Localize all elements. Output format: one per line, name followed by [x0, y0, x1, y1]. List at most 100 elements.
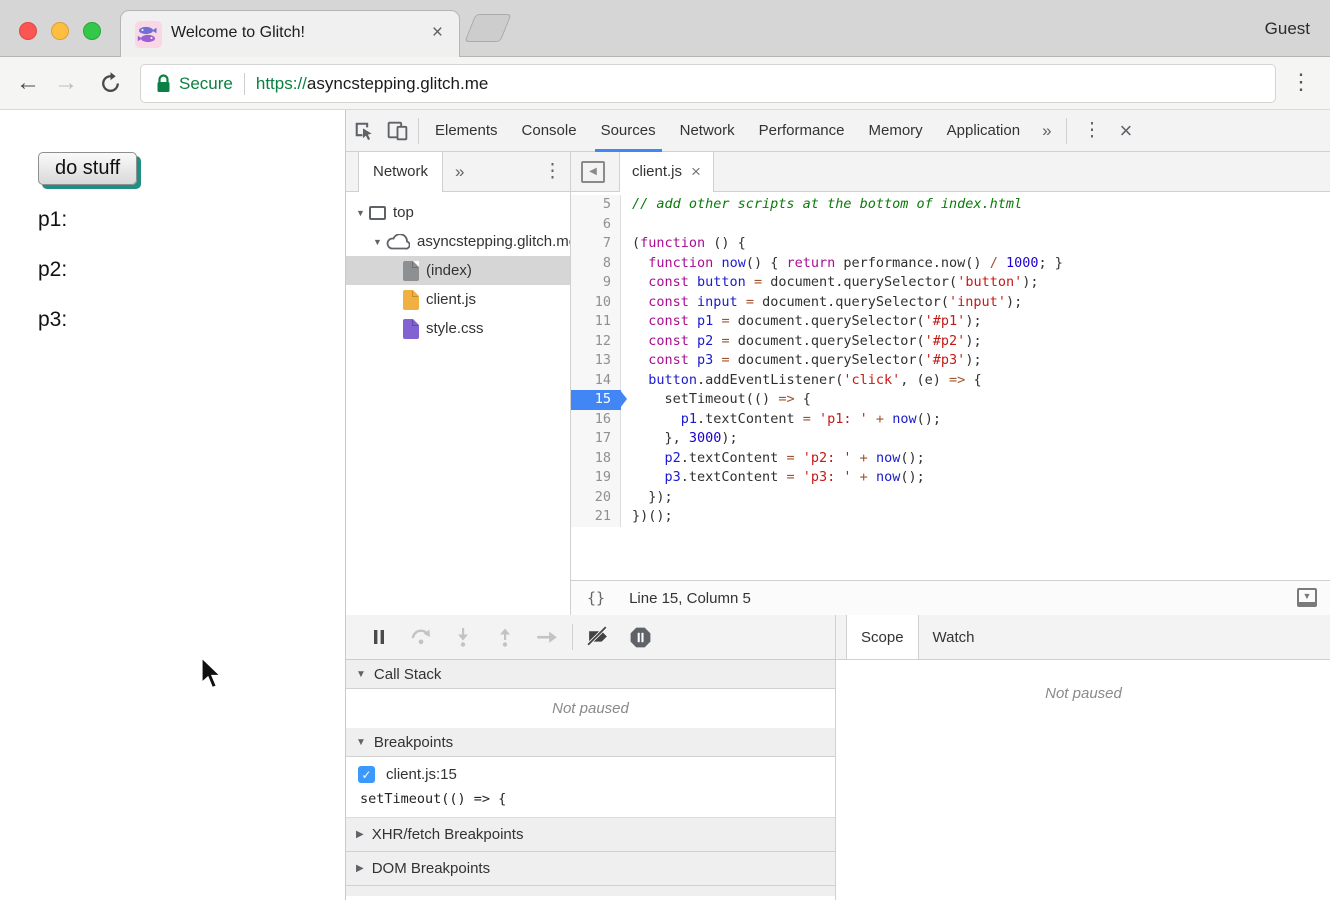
code-line-content: // add other scripts at the bottom of in…: [621, 195, 1022, 215]
devtools-tab-console[interactable]: Console: [510, 110, 589, 152]
do-stuff-button[interactable]: do stuff: [38, 152, 137, 185]
sources-sidebar: Network » ⋮ ▼top▼asyncstepping.glitch.me…: [346, 152, 571, 615]
code-line-11: 11 const p1 = document.querySelector('#p…: [571, 312, 1330, 332]
breakpoint-snippet: setTimeout(() => {: [360, 791, 835, 807]
tree-item-asyncstepping-glitch-me[interactable]: ▼ asyncstepping.glitch.me: [346, 227, 570, 256]
devtools-toolbar: ElementsConsoleSourcesNetworkPerformance…: [346, 110, 1330, 152]
code-line-content: setTimeout(() => {: [621, 390, 811, 410]
line-number[interactable]: 19: [571, 468, 621, 488]
web-page-content: do stuff p1: p2: p3:: [0, 110, 345, 900]
tree-item-label: (index): [426, 262, 472, 279]
collapse-closed-icon: ▶: [356, 863, 364, 874]
scope-watch-pane: Scope Watch Not paused: [836, 615, 1330, 900]
devtools-tab-memory[interactable]: Memory: [857, 110, 935, 152]
line-number[interactable]: 20: [571, 488, 621, 508]
close-window-button[interactable]: [19, 22, 37, 40]
hide-navigator-icon[interactable]: ◀: [581, 161, 605, 183]
address-bar[interactable]: Secure https://asyncstepping.glitch.me: [140, 64, 1276, 103]
line-number[interactable]: 12: [571, 332, 621, 352]
tab-scope[interactable]: Scope: [846, 615, 919, 659]
line-number[interactable]: 5: [571, 195, 621, 215]
line-number[interactable]: 16: [571, 410, 621, 430]
pause-script-icon[interactable]: [358, 621, 400, 653]
tree-item-label: asyncstepping.glitch.me: [417, 233, 570, 250]
debugger-area: ▼ Call Stack Not paused ▼ Breakpoints ✓ …: [346, 615, 1330, 900]
devtools-tab-elements[interactable]: Elements: [423, 110, 510, 152]
line-number[interactable]: 17: [571, 429, 621, 449]
inspect-element-icon[interactable]: [346, 116, 380, 146]
step-out-icon[interactable]: [484, 621, 526, 653]
new-tab-button[interactable]: [464, 14, 511, 42]
secure-label[interactable]: Secure: [179, 74, 233, 94]
step-icon[interactable]: [526, 621, 568, 653]
tree-expander-icon[interactable]: ▼: [354, 208, 367, 218]
line-number[interactable]: 9: [571, 273, 621, 293]
browser-tab[interactable]: Welcome to Glitch! ×: [120, 10, 460, 57]
tree-item-style-css[interactable]: style.css: [346, 314, 570, 343]
tab-watch[interactable]: Watch: [919, 615, 989, 659]
line-number[interactable]: 7: [571, 234, 621, 254]
devtools-tab-performance[interactable]: Performance: [747, 110, 857, 152]
devtools-tab-network[interactable]: Network: [668, 110, 747, 152]
editor-tab-clientjs[interactable]: client.js ×: [619, 152, 714, 192]
devtools-close-icon[interactable]: ×: [1114, 118, 1145, 144]
cloud-icon: [386, 234, 410, 250]
call-stack-header[interactable]: ▼ Call Stack: [346, 660, 835, 689]
call-stack-not-paused: Not paused: [346, 689, 835, 728]
breakpoint-location[interactable]: client.js:15: [386, 766, 457, 783]
minimize-window-button[interactable]: [51, 22, 69, 40]
xhr-breakpoints-header[interactable]: ▶ XHR/fetch Breakpoints: [346, 818, 835, 852]
devtools-tab-sources[interactable]: Sources: [589, 110, 668, 152]
dom-breakpoints-header[interactable]: ▶ DOM Breakpoints: [346, 852, 835, 886]
code-line-19: 19 p3.textContent = 'p3: ' + now();: [571, 468, 1330, 488]
breakpoint-entry[interactable]: ✓ client.js:15 setTimeout(() => {: [346, 757, 835, 818]
more-panels-icon[interactable]: »: [1032, 121, 1061, 141]
code-line-content: })();: [621, 507, 673, 527]
devtools-menu-icon[interactable]: ⋮: [1071, 119, 1114, 142]
line-number[interactable]: 6: [571, 215, 621, 235]
browser-menu-icon[interactable]: ⋮: [1290, 69, 1312, 95]
paragraph-p1: p1:: [38, 208, 67, 232]
call-stack-title: Call Stack: [374, 666, 442, 683]
step-over-icon[interactable]: [400, 621, 442, 653]
device-toolbar-icon[interactable]: [380, 116, 414, 146]
tree-item-client-js[interactable]: client.js: [346, 285, 570, 314]
sidebar-menu-icon[interactable]: ⋮: [543, 160, 562, 183]
code-line-content: function now() { return performance.now(…: [621, 254, 1063, 274]
tree-item-top[interactable]: ▼top: [346, 198, 570, 227]
paragraph-p2: p2:: [38, 258, 67, 282]
pretty-print-icon[interactable]: {}: [587, 589, 605, 607]
tree-item--index-[interactable]: (index): [346, 256, 570, 285]
back-icon[interactable]: ←: [16, 69, 40, 97]
editor-tab-close-icon[interactable]: ×: [691, 152, 701, 192]
global-listeners-title: Global Listeners: [372, 895, 480, 897]
reload-icon[interactable]: [98, 71, 123, 96]
line-number[interactable]: 10: [571, 293, 621, 313]
secure-lock-icon[interactable]: [155, 73, 172, 94]
line-number[interactable]: 18: [571, 449, 621, 469]
sidebar-tab-network[interactable]: Network: [358, 152, 443, 192]
line-number[interactable]: 8: [571, 254, 621, 274]
tab-close-icon[interactable]: ×: [432, 22, 443, 44]
breakpoint-line-number[interactable]: 15: [571, 390, 621, 410]
collapse-open-icon: ▼: [356, 669, 366, 680]
devtools-tab-application[interactable]: Application: [935, 110, 1032, 152]
breakpoint-checkbox[interactable]: ✓: [358, 766, 375, 783]
global-listeners-header[interactable]: ▶ Global Listeners: [346, 886, 835, 896]
pause-on-exceptions-icon[interactable]: [619, 621, 661, 653]
zoom-window-button[interactable]: [83, 22, 101, 40]
code-line-14: 14 button.addEventListener('click', (e) …: [571, 371, 1330, 391]
line-number[interactable]: 21: [571, 507, 621, 527]
line-number[interactable]: 14: [571, 371, 621, 391]
tree-expander-icon[interactable]: ▼: [371, 237, 384, 247]
line-number[interactable]: 13: [571, 351, 621, 371]
step-into-icon[interactable]: [442, 621, 484, 653]
code-editor-area[interactable]: 5// add other scripts at the bottom of i…: [571, 192, 1330, 580]
scope-tab-bar: Scope Watch: [836, 615, 1330, 660]
show-drawer-icon[interactable]: ▼: [1297, 588, 1317, 607]
breakpoints-header[interactable]: ▼ Breakpoints: [346, 728, 835, 757]
sidebar-overflow-icon[interactable]: »: [443, 162, 476, 182]
deactivate-breakpoints-icon[interactable]: [577, 621, 619, 653]
code-line-10: 10 const input = document.querySelector(…: [571, 293, 1330, 313]
line-number[interactable]: 11: [571, 312, 621, 332]
